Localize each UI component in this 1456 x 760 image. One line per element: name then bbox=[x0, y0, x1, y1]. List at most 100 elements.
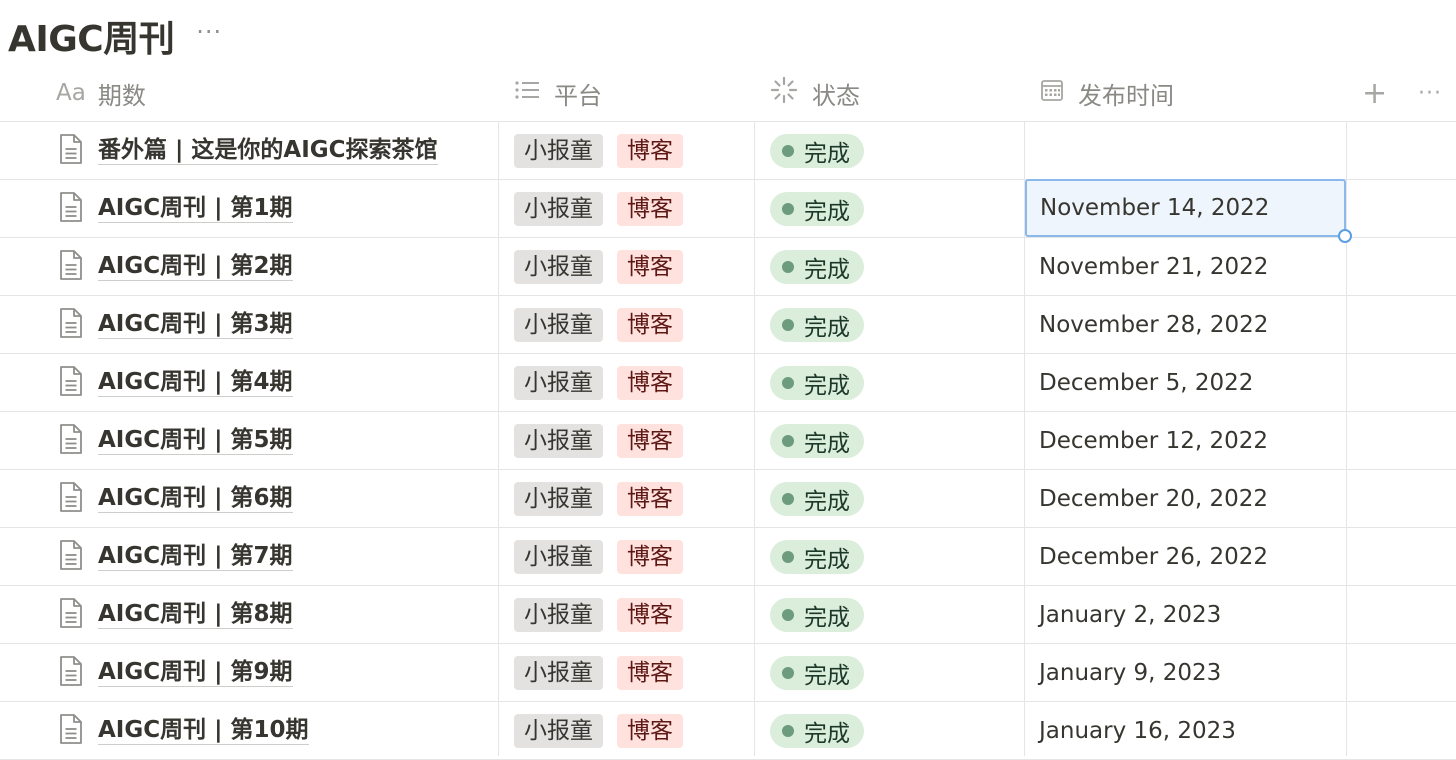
date-cell[interactable]: December 26, 2022 bbox=[1025, 528, 1346, 585]
table-row[interactable]: AIGC周刊 | 第10期 小报童 博客 完成 January 16, 2023 bbox=[0, 702, 1456, 760]
name-cell[interactable]: AIGC周刊 | 第8期 bbox=[58, 586, 293, 643]
table-row[interactable]: 番外篇 | 这是你的AIGC探索茶馆 小报童 博客 完成 bbox=[0, 122, 1456, 180]
page-icon bbox=[58, 597, 98, 633]
page-title-link[interactable]: AIGC周刊 | 第6期 bbox=[98, 484, 293, 513]
page-title-link[interactable]: AIGC周刊 | 第7期 bbox=[98, 542, 293, 571]
platform-tag-xiaobaotong: 小报童 bbox=[514, 365, 603, 400]
text-property-icon: Aa bbox=[56, 80, 86, 106]
date-cell[interactable] bbox=[1025, 122, 1346, 179]
status-cell[interactable]: 完成 bbox=[770, 412, 864, 469]
name-cell[interactable]: AIGC周刊 | 第6期 bbox=[58, 470, 293, 527]
date-cell[interactable]: January 9, 2023 bbox=[1025, 644, 1346, 701]
column-header-label: 平台 bbox=[554, 81, 602, 110]
column-header-label: 发布时间 bbox=[1078, 81, 1174, 110]
column-header-date[interactable]: 发布时间 bbox=[1040, 65, 1174, 121]
page-icon bbox=[58, 481, 98, 517]
date-cell[interactable]: December 5, 2022 bbox=[1025, 354, 1346, 411]
platform-tag-xiaobaotong: 小报童 bbox=[514, 597, 603, 632]
name-cell[interactable]: AIGC周刊 | 第5期 bbox=[58, 412, 293, 469]
name-cell[interactable]: AIGC周刊 | 第1期 bbox=[58, 180, 293, 237]
status-cell[interactable]: 完成 bbox=[770, 238, 864, 295]
table-row[interactable]: AIGC周刊 | 第5期 小报童 博客 完成 December 12, 2022 bbox=[0, 412, 1456, 470]
table-row[interactable]: AIGC周刊 | 第6期 小报童 博客 完成 December 20, 2022 bbox=[0, 470, 1456, 528]
page-icon bbox=[58, 539, 98, 575]
platform-tag-blog: 博客 bbox=[617, 539, 683, 574]
database-title[interactable]: AIGC周刊 bbox=[8, 10, 175, 62]
page-title-link[interactable]: AIGC周刊 | 第4期 bbox=[98, 368, 293, 397]
status-cell[interactable]: 完成 bbox=[770, 702, 864, 759]
database-more-button[interactable]: ··· bbox=[196, 20, 222, 44]
platform-cell[interactable]: 小报童 博客 bbox=[514, 586, 697, 643]
platform-cell[interactable]: 小报童 博客 bbox=[514, 296, 697, 353]
date-cell[interactable]: January 2, 2023 bbox=[1025, 586, 1346, 643]
status-label: 完成 bbox=[804, 604, 850, 631]
status-label: 完成 bbox=[804, 488, 850, 515]
table-row[interactable]: AIGC周刊 | 第9期 小报童 博客 完成 January 9, 2023 bbox=[0, 644, 1456, 702]
column-header-label: 状态 bbox=[812, 81, 860, 110]
platform-cell[interactable]: 小报童 博客 bbox=[514, 238, 697, 295]
status-cell[interactable]: 完成 bbox=[770, 180, 864, 237]
name-cell[interactable]: AIGC周刊 | 第2期 bbox=[58, 238, 293, 295]
table-row[interactable]: AIGC周刊 | 第4期 小报童 博客 完成 December 5, 2022 bbox=[0, 354, 1456, 412]
name-cell[interactable]: AIGC周刊 | 第10期 bbox=[58, 702, 309, 759]
status-cell[interactable]: 完成 bbox=[770, 354, 864, 411]
status-badge: 完成 bbox=[770, 597, 864, 632]
column-header-platform[interactable]: 平台 bbox=[514, 65, 602, 121]
platform-tag-xiaobaotong: 小报童 bbox=[514, 423, 603, 458]
page-icon bbox=[58, 307, 98, 343]
table-row[interactable]: AIGC周刊 | 第2期 小报童 博客 完成 November 21, 2022 bbox=[0, 238, 1456, 296]
status-badge: 完成 bbox=[770, 249, 864, 284]
add-property-button[interactable]: + bbox=[1362, 65, 1387, 121]
status-label: 完成 bbox=[804, 372, 850, 399]
status-cell[interactable]: 完成 bbox=[770, 644, 864, 701]
page-title-link[interactable]: AIGC周刊 | 第8期 bbox=[98, 600, 293, 629]
platform-cell[interactable]: 小报童 博客 bbox=[514, 470, 697, 527]
date-cell[interactable]: December 20, 2022 bbox=[1025, 470, 1346, 527]
status-dot bbox=[782, 724, 794, 737]
page-icon bbox=[58, 365, 98, 401]
page-title-link[interactable]: AIGC周刊 | 第5期 bbox=[98, 426, 293, 455]
platform-cell[interactable]: 小报童 博客 bbox=[514, 412, 697, 469]
platform-cell[interactable]: 小报童 博客 bbox=[514, 528, 697, 585]
platform-cell[interactable]: 小报童 博客 bbox=[514, 702, 697, 759]
date-cell[interactable]: November 14, 2022 bbox=[1025, 179, 1352, 243]
column-header-name[interactable]: Aa 期数 bbox=[56, 65, 146, 121]
status-cell[interactable]: 完成 bbox=[770, 528, 864, 585]
page-icon bbox=[58, 713, 98, 749]
date-cell[interactable]: January 16, 2023 bbox=[1025, 702, 1346, 759]
platform-cell[interactable]: 小报童 博客 bbox=[514, 122, 697, 179]
table-row[interactable]: AIGC周刊 | 第8期 小报童 博客 完成 January 2, 2023 bbox=[0, 586, 1456, 644]
page-title-link[interactable]: AIGC周刊 | 第2期 bbox=[98, 252, 293, 281]
table-row[interactable]: AIGC周刊 | 第3期 小报童 博客 完成 November 28, 2022 bbox=[0, 296, 1456, 354]
page-title-link[interactable]: AIGC周刊 | 第1期 bbox=[98, 194, 293, 223]
date-cell[interactable]: November 28, 2022 bbox=[1025, 296, 1346, 353]
page-title-link[interactable]: 番外篇 | 这是你的AIGC探索茶馆 bbox=[98, 136, 438, 165]
status-cell[interactable]: 完成 bbox=[770, 122, 864, 179]
platform-cell[interactable]: 小报童 博客 bbox=[514, 180, 697, 237]
name-cell[interactable]: AIGC周刊 | 第4期 bbox=[58, 354, 293, 411]
platform-tag-blog: 博客 bbox=[617, 133, 683, 168]
table-more-button[interactable]: ··· bbox=[1418, 65, 1442, 121]
table-row[interactable]: AIGC周刊 | 第7期 小报童 博客 完成 December 26, 2022 bbox=[0, 528, 1456, 586]
name-cell[interactable]: AIGC周刊 | 第9期 bbox=[58, 644, 293, 701]
column-header-status[interactable]: 状态 bbox=[770, 65, 860, 121]
page-icon bbox=[58, 423, 98, 459]
page-icon bbox=[58, 133, 98, 169]
platform-tag-xiaobaotong: 小报童 bbox=[514, 539, 603, 574]
status-cell[interactable]: 完成 bbox=[770, 296, 864, 353]
status-cell[interactable]: 完成 bbox=[770, 586, 864, 643]
platform-cell[interactable]: 小报童 博客 bbox=[514, 644, 697, 701]
page-title-link[interactable]: AIGC周刊 | 第3期 bbox=[98, 310, 293, 339]
page-title-link[interactable]: AIGC周刊 | 第10期 bbox=[98, 716, 309, 745]
platform-tag-blog: 博客 bbox=[617, 249, 683, 284]
name-cell[interactable]: 番外篇 | 这是你的AIGC探索茶馆 bbox=[58, 122, 438, 179]
date-cell[interactable]: November 21, 2022 bbox=[1025, 238, 1346, 295]
name-cell[interactable]: AIGC周刊 | 第3期 bbox=[58, 296, 293, 353]
status-cell[interactable]: 完成 bbox=[770, 470, 864, 527]
date-cell[interactable]: December 12, 2022 bbox=[1025, 412, 1346, 469]
name-cell[interactable]: AIGC周刊 | 第7期 bbox=[58, 528, 293, 585]
platform-cell[interactable]: 小报童 博客 bbox=[514, 354, 697, 411]
table-row[interactable]: AIGC周刊 | 第1期 小报童 博客 完成 November 14, 2022 bbox=[0, 179, 1456, 243]
page-title-link[interactable]: AIGC周刊 | 第9期 bbox=[98, 658, 293, 687]
status-label: 完成 bbox=[804, 430, 850, 457]
